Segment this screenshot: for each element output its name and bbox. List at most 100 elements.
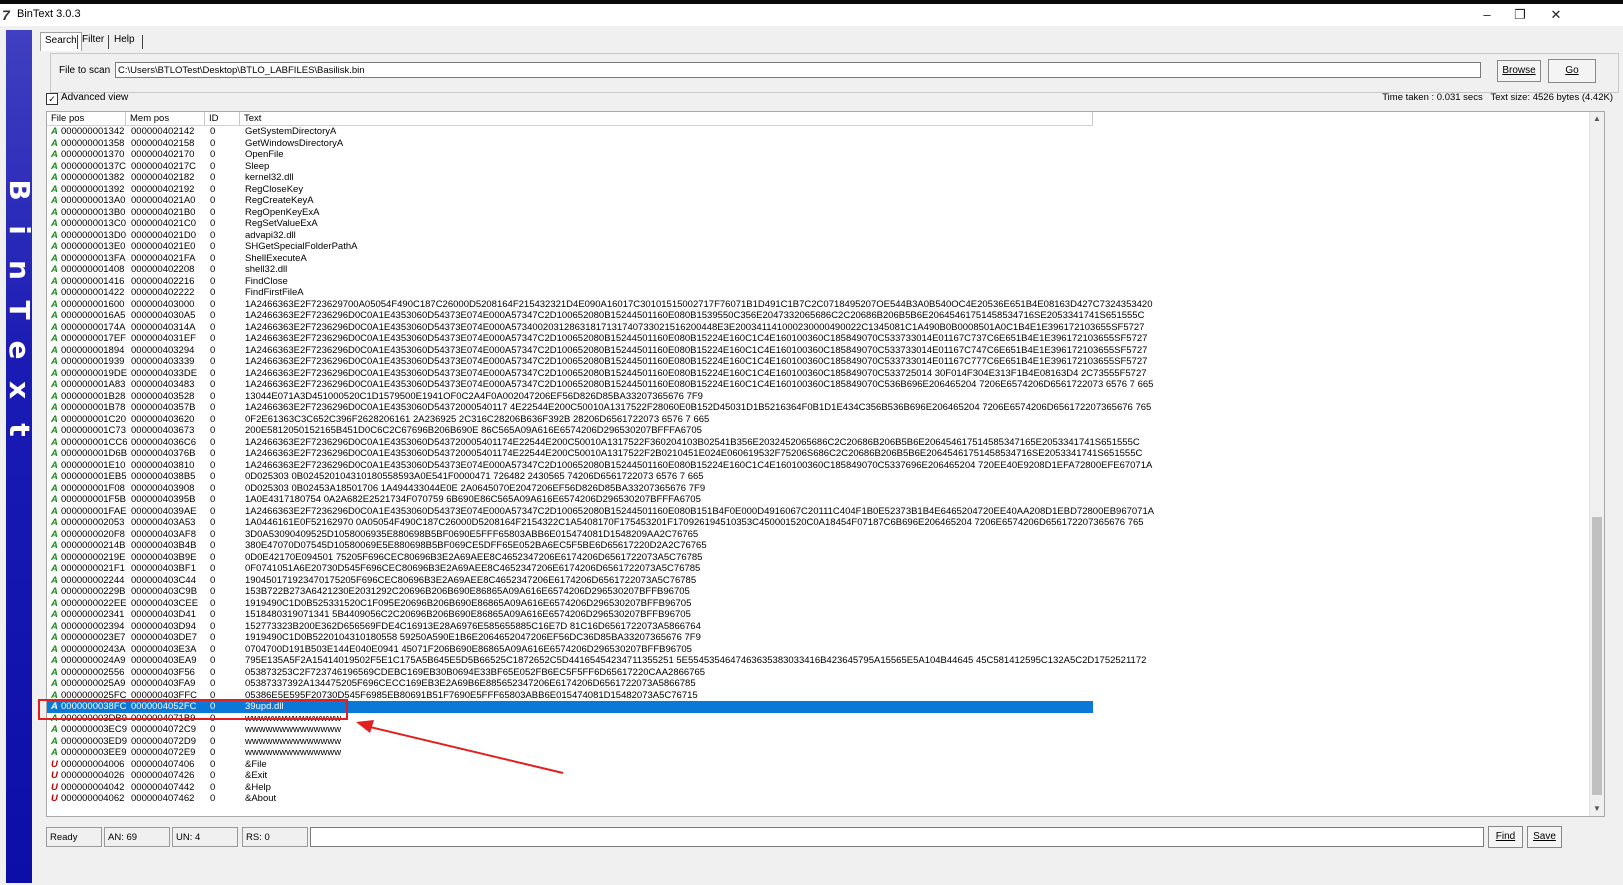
table-row[interactable]: A 000000001939 000000403339 0 1A2466363E2F72… <box>47 356 1592 368</box>
mem-pos-cell: 0000004072E9 <box>131 747 196 758</box>
table-row[interactable]: A 000000001C73 000000403673 0 200E5812050152… <box>47 425 1592 437</box>
table-row[interactable]: A 000000001600 000000403000 0 1A2466363E2F72… <box>47 299 1592 311</box>
table-row[interactable]: A 00000000137C 00000040217C 0 Sleep <box>47 161 1592 173</box>
id-cell: 0 <box>210 126 216 137</box>
table-row[interactable]: A 0000000013E0 0000004021E0 0 SHGetSpecialFo… <box>47 241 1592 253</box>
table-row[interactable]: A 000000001342 000000402142 0 GetSystemDirec… <box>47 126 1592 138</box>
table-row[interactable]: A 000000001408 000000402208 0 shell32.dll <box>47 264 1592 276</box>
table-row[interactable]: A 000000001C20 000000403620 0 0F2E61363C3C65… <box>47 414 1592 426</box>
scroll-thumb[interactable] <box>1592 517 1602 795</box>
table-row[interactable]: A 0000000013D0 0000004021D0 0 advapi32.dll <box>47 230 1592 242</box>
file-pos-cell: 0000000017EF <box>61 333 126 344</box>
table-row[interactable]: A 000000001382 000000402182 0 kernel32.dll <box>47 172 1592 184</box>
table-row[interactable]: A 000000003EE9 0000004072E9 0 wwwwwwwwwwwwww <box>47 747 1592 759</box>
close-button[interactable]: ✕ <box>1539 4 1573 26</box>
mem-pos-cell: 00000040357B <box>131 402 196 413</box>
save-button[interactable]: Save <box>1527 826 1562 848</box>
table-row[interactable]: A 000000001B28 000000403528 0 13044E071A3D45… <box>47 391 1592 403</box>
table-row[interactable]: A 000000001EB5 0000004038B5 0 0D025303 0B024… <box>47 471 1592 483</box>
app-icon: 7 <box>2 7 10 23</box>
table-row[interactable]: A 000000001370 000000402170 0 OpenFile <box>47 149 1592 161</box>
table-row[interactable]: A 0000000025A9 000000403FA9 0 05387337392A13… <box>47 678 1592 690</box>
text-cell: FindClose <box>245 275 288 287</box>
tab-help[interactable]: Help <box>110 32 139 50</box>
restore-button[interactable]: ❐ <box>1503 4 1537 26</box>
file-pos-cell: 000000002341 <box>61 609 125 620</box>
browse-button[interactable]: Browse <box>1497 60 1541 82</box>
table-row[interactable]: A 000000003EC9 0000004072C9 0 wwwwwwwwwwwwww <box>47 724 1592 736</box>
string-type-icon: A <box>51 367 58 379</box>
text-cell: 1A0E4317180754 0A2A682E2521734F070759 6B… <box>245 494 701 505</box>
table-row[interactable]: A 0000000020F8 000000403AF8 0 3D0A5309040952… <box>47 529 1592 541</box>
text-cell: 190450171923470175205F696CEC80696B3E2A69… <box>245 574 697 586</box>
table-row[interactable]: A 000000001D6B 00000040376B 0 1A2466363E2F72… <box>47 448 1592 460</box>
string-type-icon: A <box>51 172 58 183</box>
table-row[interactable]: A 000000001A83 000000403483 0 1A2466363E2F72… <box>47 379 1592 391</box>
table-row[interactable]: A 000000002394 000000403D94 0 152773323B200E… <box>47 621 1592 633</box>
column-mem-pos[interactable]: Mem pos <box>126 112 205 125</box>
file-path-input[interactable]: C:\Users\BTLOTest\Desktop\BTLO_LABFILES\… <box>115 62 1481 78</box>
column-file-pos[interactable]: File pos <box>47 112 126 125</box>
scroll-up-icon[interactable]: ▲ <box>1590 112 1604 126</box>
mem-pos-cell: 00000040395B <box>131 494 196 505</box>
table-row[interactable]: A 00000000243A 000000403E3A 0 0704700D191B50… <box>47 644 1592 656</box>
table-row[interactable]: A 000000001392 000000402192 0 RegCloseKey <box>47 184 1592 196</box>
go-button[interactable]: Go <box>1548 59 1596 83</box>
table-row[interactable]: A 0000000023E7 000000403DE7 0 1919490C1D0B52… <box>47 632 1592 644</box>
table-row[interactable]: A 000000001F5B 00000040395B 0 1A0E4317180754… <box>47 494 1592 506</box>
table-row[interactable]: A 000000001894 000000403294 0 1A2466363E2F72… <box>47 345 1592 357</box>
vertical-scrollbar[interactable]: ▲ ▼ <box>1589 112 1604 816</box>
tab-search[interactable]: Search <box>40 32 82 51</box>
table-row[interactable]: A 000000001422 000000402222 0 FindFirstFileA <box>47 287 1592 299</box>
table-row[interactable]: A 00000000229B 000000403C9B 0 153B722B273A64… <box>47 586 1592 598</box>
table-row[interactable]: A 000000001B78 00000040357B 0 1A2466363E2F72… <box>47 402 1592 414</box>
id-cell: 0 <box>210 448 216 459</box>
column-id[interactable]: ID <box>205 112 240 125</box>
table-row[interactable]: A 000000002341 000000403D41 0 15184803190713… <box>47 609 1592 621</box>
table-row[interactable]: A 000000001F08 000000403908 0 0D025303 0B024… <box>47 483 1592 495</box>
table-row[interactable]: A 0000000019DE 0000004033DE 0 1A2466363E2F72… <box>47 368 1592 380</box>
table-row[interactable]: U 000000004062 000000407462 0 &About <box>47 793 1592 805</box>
table-row[interactable]: U 000000004042 000000407442 0 &Help <box>47 782 1592 794</box>
tab-filter[interactable]: Filter <box>78 32 108 50</box>
table-row[interactable]: A 0000000013B0 0000004021B0 0 RegOpenKeyExA <box>47 207 1592 219</box>
table-row[interactable]: A 000000002244 000000403C44 0 19045017192347… <box>47 575 1592 587</box>
column-text[interactable]: Text <box>240 112 1093 125</box>
table-row[interactable]: A 000000001416 000000402216 0 FindClose <box>47 276 1592 288</box>
text-cell: &Exit <box>245 770 268 781</box>
table-row[interactable]: A 000000002053 000000403A53 0 1A0446161E0F52… <box>47 517 1592 529</box>
table-row[interactable]: A 0000000013C0 0000004021C0 0 RegSetValueExA <box>47 218 1592 230</box>
scroll-down-icon[interactable]: ▼ <box>1590 802 1604 816</box>
table-row[interactable]: A 000000001CC6 0000004036C6 0 1A2466363E2F72… <box>47 437 1592 449</box>
table-row[interactable]: A 0000000017EF 0000004031EF 0 1A2466363E2F72… <box>47 333 1592 345</box>
find-button[interactable]: Find <box>1488 826 1523 848</box>
table-row[interactable]: A 000000003ED9 0000004072D9 0 wwwwwwwwwwwwww <box>47 736 1592 748</box>
table-row[interactable]: A 0000000016A5 0000004030A5 0 1A2466363E2F72… <box>47 310 1592 322</box>
table-row[interactable]: A 000000001FAE 0000004039AE 0 1A2466363E2F72… <box>47 506 1592 518</box>
table-row[interactable]: A 0000000013A0 0000004021A0 0 RegCreateKeyA <box>47 195 1592 207</box>
table-row[interactable]: A 0000000013FA 0000004021FA 0 ShellExecuteA <box>47 253 1592 265</box>
table-row[interactable]: A 00000000214B 000000403B4B 0 380E47070D0754… <box>47 540 1592 552</box>
find-input[interactable] <box>310 827 1484 847</box>
id-cell: 0 <box>210 551 216 563</box>
table-row[interactable]: A 0000000022EE 000000403CEE 0 1919490C1D0B52… <box>47 598 1592 610</box>
id-cell: 0 <box>210 356 216 367</box>
advanced-view-checkbox[interactable]: ✓ <box>46 93 58 105</box>
table-row[interactable]: A 000000001E10 000000403810 0 1A2466363E2F72… <box>47 460 1592 472</box>
table-row[interactable]: A 000000002556 000000403F56 0 053873253C2F72… <box>47 667 1592 679</box>
id-cell: 0 <box>210 390 216 402</box>
table-row[interactable]: A 0000000021F1 000000403BF1 0 0F0741051A6E20… <box>47 563 1592 575</box>
table-row[interactable]: A 00000000174A 00000040314A 0 1A2466363E2F72… <box>47 322 1592 334</box>
text-cell: GetSystemDirectoryA <box>245 126 337 137</box>
table-row[interactable]: U 000000004026 000000407426 0 &Exit <box>47 770 1592 782</box>
table-row[interactable]: U 000000004006 000000407406 0 &File <box>47 759 1592 771</box>
mem-pos-cell: 000000403CEE <box>131 597 199 609</box>
text-cell: 1A2466363E2F7236296D0C0A1E4353060D54373E… <box>245 459 1153 471</box>
file-pos-cell: 000000001408 <box>61 264 125 275</box>
table-row[interactable]: A 000000001358 000000402158 0 GetWindowsDire… <box>47 138 1592 150</box>
text-cell: 0D025303 0B02453A18501706 1A494433044E0E… <box>245 482 706 494</box>
table-row[interactable]: A 00000000219E 000000403B9E 0 0D0E42170E0945… <box>47 552 1592 564</box>
minimize-button[interactable]: – <box>1470 4 1504 26</box>
id-cell: 0 <box>210 620 216 632</box>
table-row[interactable]: A 0000000024A9 000000403EA9 0 795E135A5F2A15… <box>47 655 1592 667</box>
